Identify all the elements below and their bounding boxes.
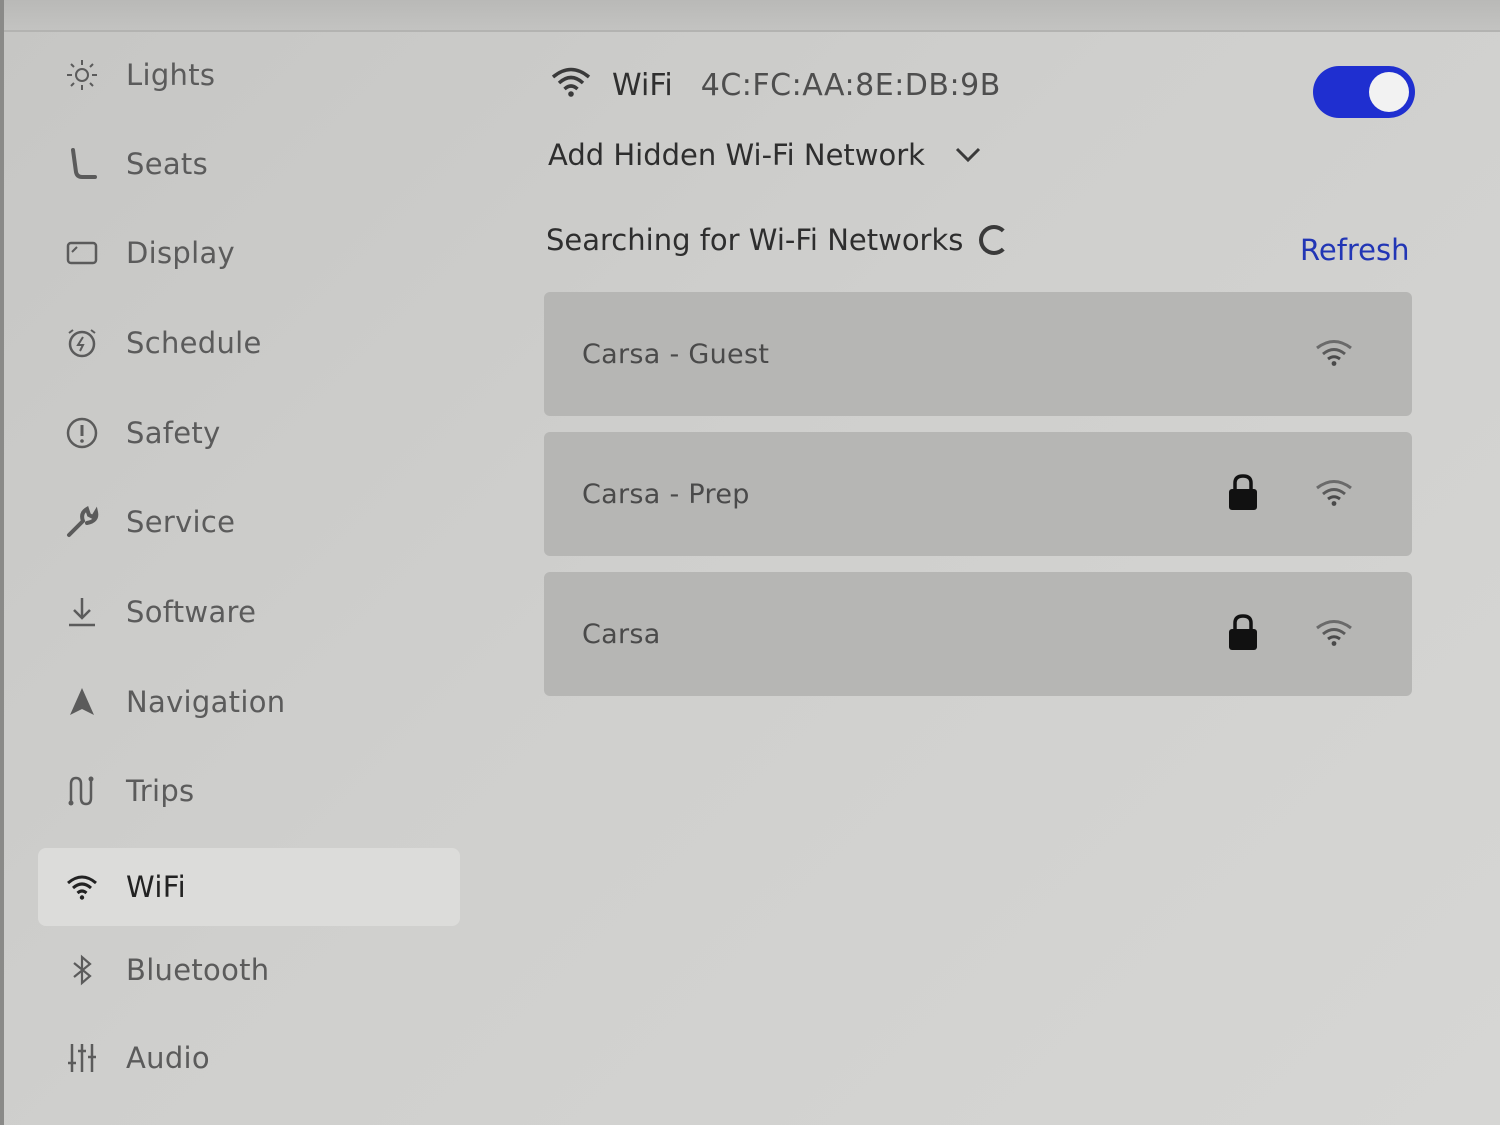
sidebar-item-label: Lights <box>126 58 216 92</box>
network-row[interactable]: Carsa <box>544 572 1412 696</box>
network-name: Carsa <box>582 618 661 650</box>
sidebar-item-label: Safety <box>126 416 221 450</box>
wifi-icon <box>550 63 592 107</box>
wifi-signal-icon <box>1314 616 1354 652</box>
sidebar-item-label: Service <box>126 505 236 539</box>
audio-sliders-icon <box>60 1036 104 1080</box>
searching-label: Searching for Wi-Fi Networks <box>546 223 964 257</box>
sidebar-item-label: Software <box>126 595 257 629</box>
sidebar-item-bluetooth[interactable]: Bluetooth <box>60 939 460 1001</box>
sidebar-item-wifi[interactable]: WiFi <box>38 848 460 926</box>
trips-icon <box>60 769 104 813</box>
settings-sidebar: Lights Seats Display Schedule Safety Ser… <box>0 0 480 1125</box>
search-status: Searching for Wi-Fi Networks <box>546 223 1010 257</box>
wifi-toggle[interactable] <box>1313 66 1415 118</box>
sidebar-item-label: WiFi <box>126 870 186 904</box>
sidebar-item-label: Seats <box>126 147 209 181</box>
sidebar-item-navigation[interactable]: Navigation <box>60 671 460 733</box>
network-row[interactable]: Carsa - Guest <box>544 292 1412 416</box>
wifi-signal-icon <box>1314 476 1354 512</box>
lock-icon <box>1226 612 1260 656</box>
lock-icon <box>1226 472 1260 516</box>
add-hidden-network-dropdown[interactable]: Add Hidden Wi-Fi Network <box>548 138 983 172</box>
chevron-down-icon <box>953 138 983 172</box>
sidebar-item-label: Navigation <box>126 685 286 719</box>
sidebar-item-service[interactable]: Service <box>60 491 460 553</box>
sidebar-item-trips[interactable]: Trips <box>60 760 460 822</box>
sidebar-item-display[interactable]: Display <box>60 222 460 284</box>
network-name: Carsa - Guest <box>582 338 770 370</box>
sidebar-item-label: Display <box>126 236 235 270</box>
alarm-clock-icon <box>60 321 104 365</box>
sidebar-item-label: Audio <box>126 1041 210 1075</box>
sidebar-item-label: Schedule <box>126 326 262 360</box>
sidebar-item-software[interactable]: Software <box>60 581 460 643</box>
display-icon <box>60 231 104 275</box>
sidebar-item-seats[interactable]: Seats <box>60 133 460 195</box>
sun-icon <box>60 53 104 97</box>
wifi-signal-icon <box>1314 336 1354 372</box>
navigation-arrow-icon <box>60 680 104 724</box>
wrench-icon <box>60 500 104 544</box>
sidebar-item-label: Bluetooth <box>126 953 270 987</box>
sidebar-item-audio[interactable]: Audio <box>60 1027 460 1089</box>
bluetooth-icon <box>60 948 104 992</box>
toggle-knob <box>1369 72 1409 112</box>
sidebar-item-label: Trips <box>126 774 195 808</box>
refresh-button[interactable]: Refresh <box>1300 233 1410 267</box>
wifi-settings-panel: WiFi 4C:FC:AA:8E:DB:9B Add Hidden Wi-Fi … <box>540 0 1440 1125</box>
alert-circle-icon <box>60 411 104 455</box>
sidebar-item-safety[interactable]: Safety <box>60 402 460 464</box>
loading-spinner-icon <box>979 225 1010 255</box>
seat-icon <box>60 142 104 186</box>
network-row[interactable]: Carsa - Prep <box>544 432 1412 556</box>
network-name: Carsa - Prep <box>582 478 750 510</box>
mac-address: 4C:FC:AA:8E:DB:9B <box>700 67 1001 103</box>
wifi-header: WiFi 4C:FC:AA:8E:DB:9B <box>550 60 1001 110</box>
sidebar-item-lights[interactable]: Lights <box>60 44 460 106</box>
page-title: WiFi <box>612 67 673 103</box>
download-icon <box>60 590 104 634</box>
wifi-icon <box>60 865 104 909</box>
add-hidden-network-label: Add Hidden Wi-Fi Network <box>548 138 925 172</box>
sidebar-item-schedule[interactable]: Schedule <box>60 312 460 374</box>
